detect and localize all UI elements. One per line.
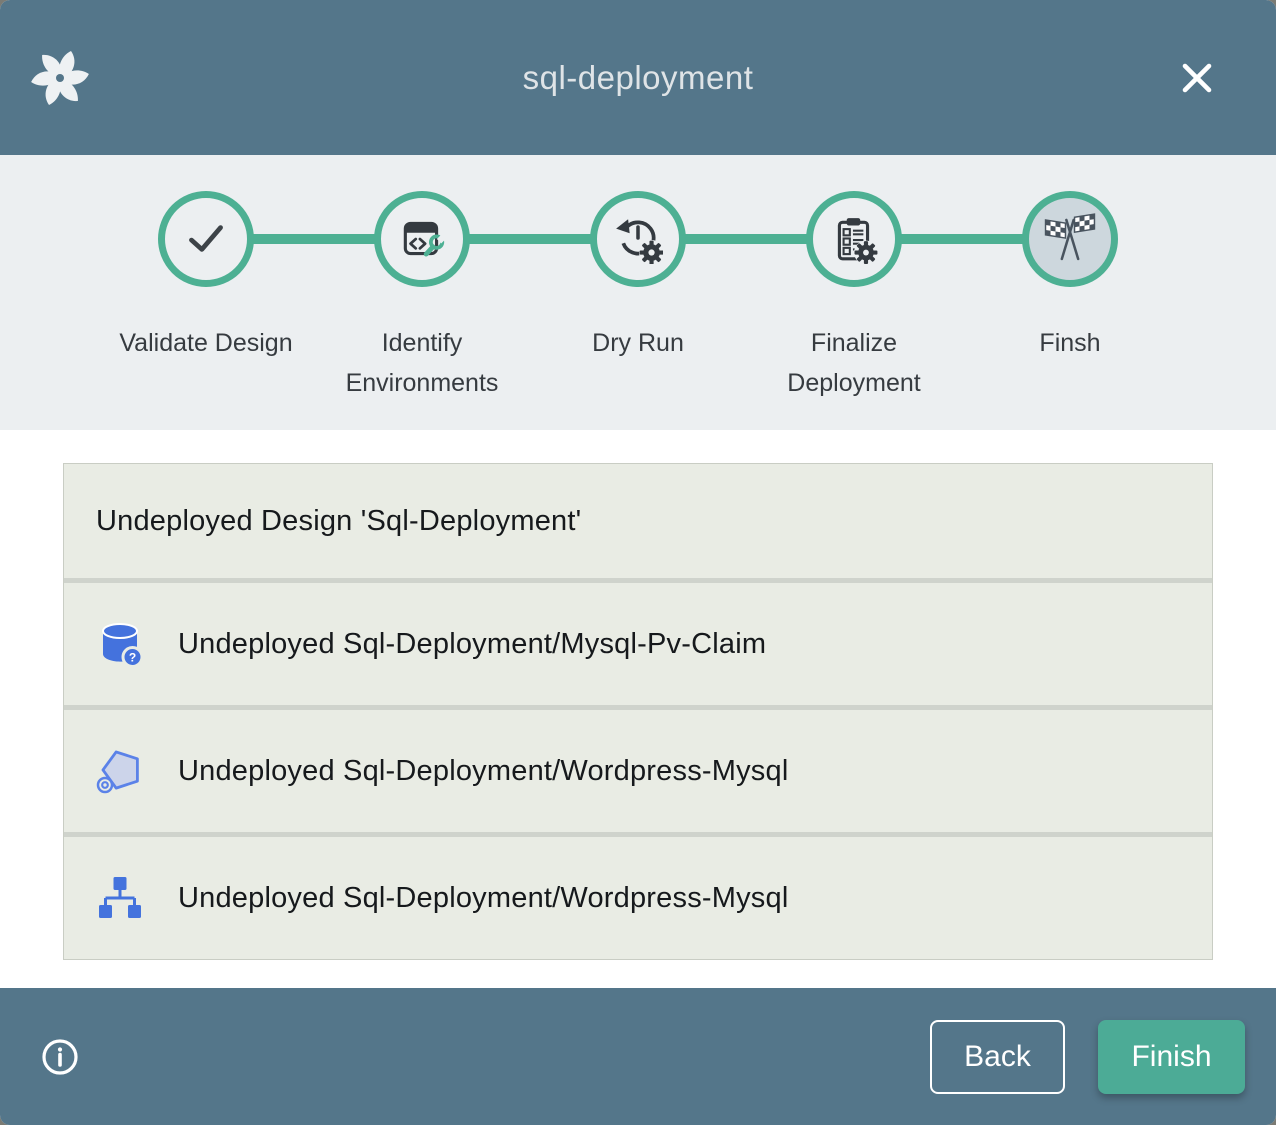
stepper-step-dry-run: Dry Run bbox=[530, 155, 746, 403]
database-question-icon: ? bbox=[96, 620, 144, 668]
dialog-footer: Back Finish bbox=[0, 988, 1276, 1125]
dialog-title: sql-deployment bbox=[523, 59, 754, 97]
content: Undeployed Design 'Sql-Deployment' ? Und… bbox=[0, 430, 1276, 988]
code-window-wrench-icon bbox=[397, 214, 447, 264]
stepper-step-finalize-deployment: Finalize Deployment bbox=[746, 155, 962, 403]
message-text: Undeployed Sql-Deployment/Wordpress-Mysq… bbox=[178, 755, 788, 788]
sync-gear-icon bbox=[613, 214, 663, 264]
meshery-logo-icon bbox=[28, 46, 92, 110]
message-row: Undeployed Sql-Deployment/Wordpress-Mysq… bbox=[64, 837, 1212, 959]
checkered-flags-icon bbox=[1041, 213, 1099, 265]
hierarchy-icon bbox=[96, 874, 144, 922]
message-row: Undeployed Design 'Sql-Deployment' bbox=[64, 464, 1212, 578]
stepper-steps: Validate Design Identify Environments bbox=[0, 155, 1276, 403]
step-label: Validate Design bbox=[119, 323, 292, 363]
message-row: ? Undeployed Sql-Deployment/Mysql-Pv-Cla… bbox=[64, 583, 1212, 705]
message-text: Undeployed Design 'Sql-Deployment' bbox=[96, 505, 581, 538]
svg-text:?: ? bbox=[129, 651, 136, 665]
dialog-header: sql-deployment bbox=[0, 0, 1276, 155]
step-circle bbox=[1022, 191, 1118, 287]
check-icon bbox=[181, 214, 231, 264]
message-text: Undeployed Sql-Deployment/Mysql-Pv-Claim bbox=[178, 628, 766, 661]
footer-actions: Back Finish bbox=[930, 1020, 1245, 1094]
back-button[interactable]: Back bbox=[930, 1020, 1065, 1094]
pentagon-badge-icon bbox=[96, 747, 144, 795]
step-label: Identify Environments bbox=[314, 323, 530, 403]
deployment-wizard-dialog: sql-deployment Validate Design Identify … bbox=[0, 0, 1276, 1125]
clipboard-gear-icon bbox=[829, 214, 879, 264]
pentagon-badge-icon bbox=[96, 747, 144, 795]
message-text: Undeployed Sql-Deployment/Wordpress-Mysq… bbox=[178, 882, 788, 915]
hierarchy-icon bbox=[96, 874, 144, 922]
stepper-step-finsh: Finsh bbox=[962, 155, 1178, 403]
step-circle bbox=[158, 191, 254, 287]
message-row: Undeployed Sql-Deployment/Wordpress-Mysq… bbox=[64, 710, 1212, 832]
step-label: Finsh bbox=[1039, 323, 1100, 363]
close-button[interactable] bbox=[1176, 57, 1218, 99]
stepper-step-identify-environments: Identify Environments bbox=[314, 155, 530, 403]
deployment-messages-list: Undeployed Design 'Sql-Deployment' ? Und… bbox=[63, 463, 1213, 960]
info-icon bbox=[40, 1037, 80, 1077]
finish-button[interactable]: Finish bbox=[1098, 1020, 1245, 1094]
step-label: Dry Run bbox=[592, 323, 684, 363]
step-circle bbox=[806, 191, 902, 287]
stepper-step-validate-design: Validate Design bbox=[98, 155, 314, 403]
database-question-icon: ? bbox=[96, 620, 144, 668]
info-button[interactable] bbox=[40, 1037, 80, 1077]
stepper: Validate Design Identify Environments bbox=[0, 155, 1276, 430]
step-label: Finalize Deployment bbox=[746, 323, 962, 403]
step-circle bbox=[590, 191, 686, 287]
close-icon bbox=[1177, 58, 1217, 98]
step-circle bbox=[374, 191, 470, 287]
